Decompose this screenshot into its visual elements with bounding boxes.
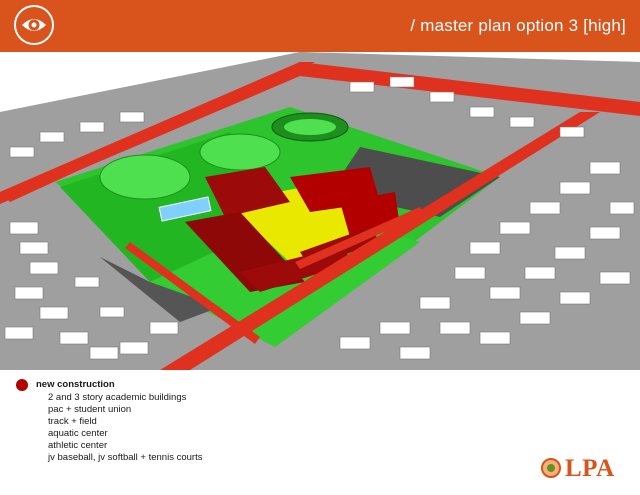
- master-plan-image: [0, 52, 640, 370]
- new-construction-marker: [16, 379, 28, 391]
- logo-text: LPA: [565, 455, 615, 482]
- lpa-logo: LPA: [539, 455, 629, 485]
- seal-icon: [541, 458, 561, 478]
- legend-item: athletic center: [48, 440, 108, 451]
- eye-icon[interactable]: [14, 5, 54, 45]
- page-title: / master plan option 3 [high]: [410, 16, 626, 35]
- legend-item: 2 and 3 story academic buildings: [48, 392, 187, 403]
- legend-item: pac + student union: [48, 404, 132, 415]
- header-bar: / master plan option 3 [high]: [0, 0, 640, 52]
- legend-item: track + field: [48, 416, 97, 427]
- legend-item: aquatic center: [48, 428, 108, 439]
- legend-item: jv baseball, jv softball + tennis courts: [48, 452, 203, 463]
- legend-heading: new construction: [36, 379, 115, 390]
- legend-items: 2 and 3 story academic buildings pac + s…: [48, 392, 202, 464]
